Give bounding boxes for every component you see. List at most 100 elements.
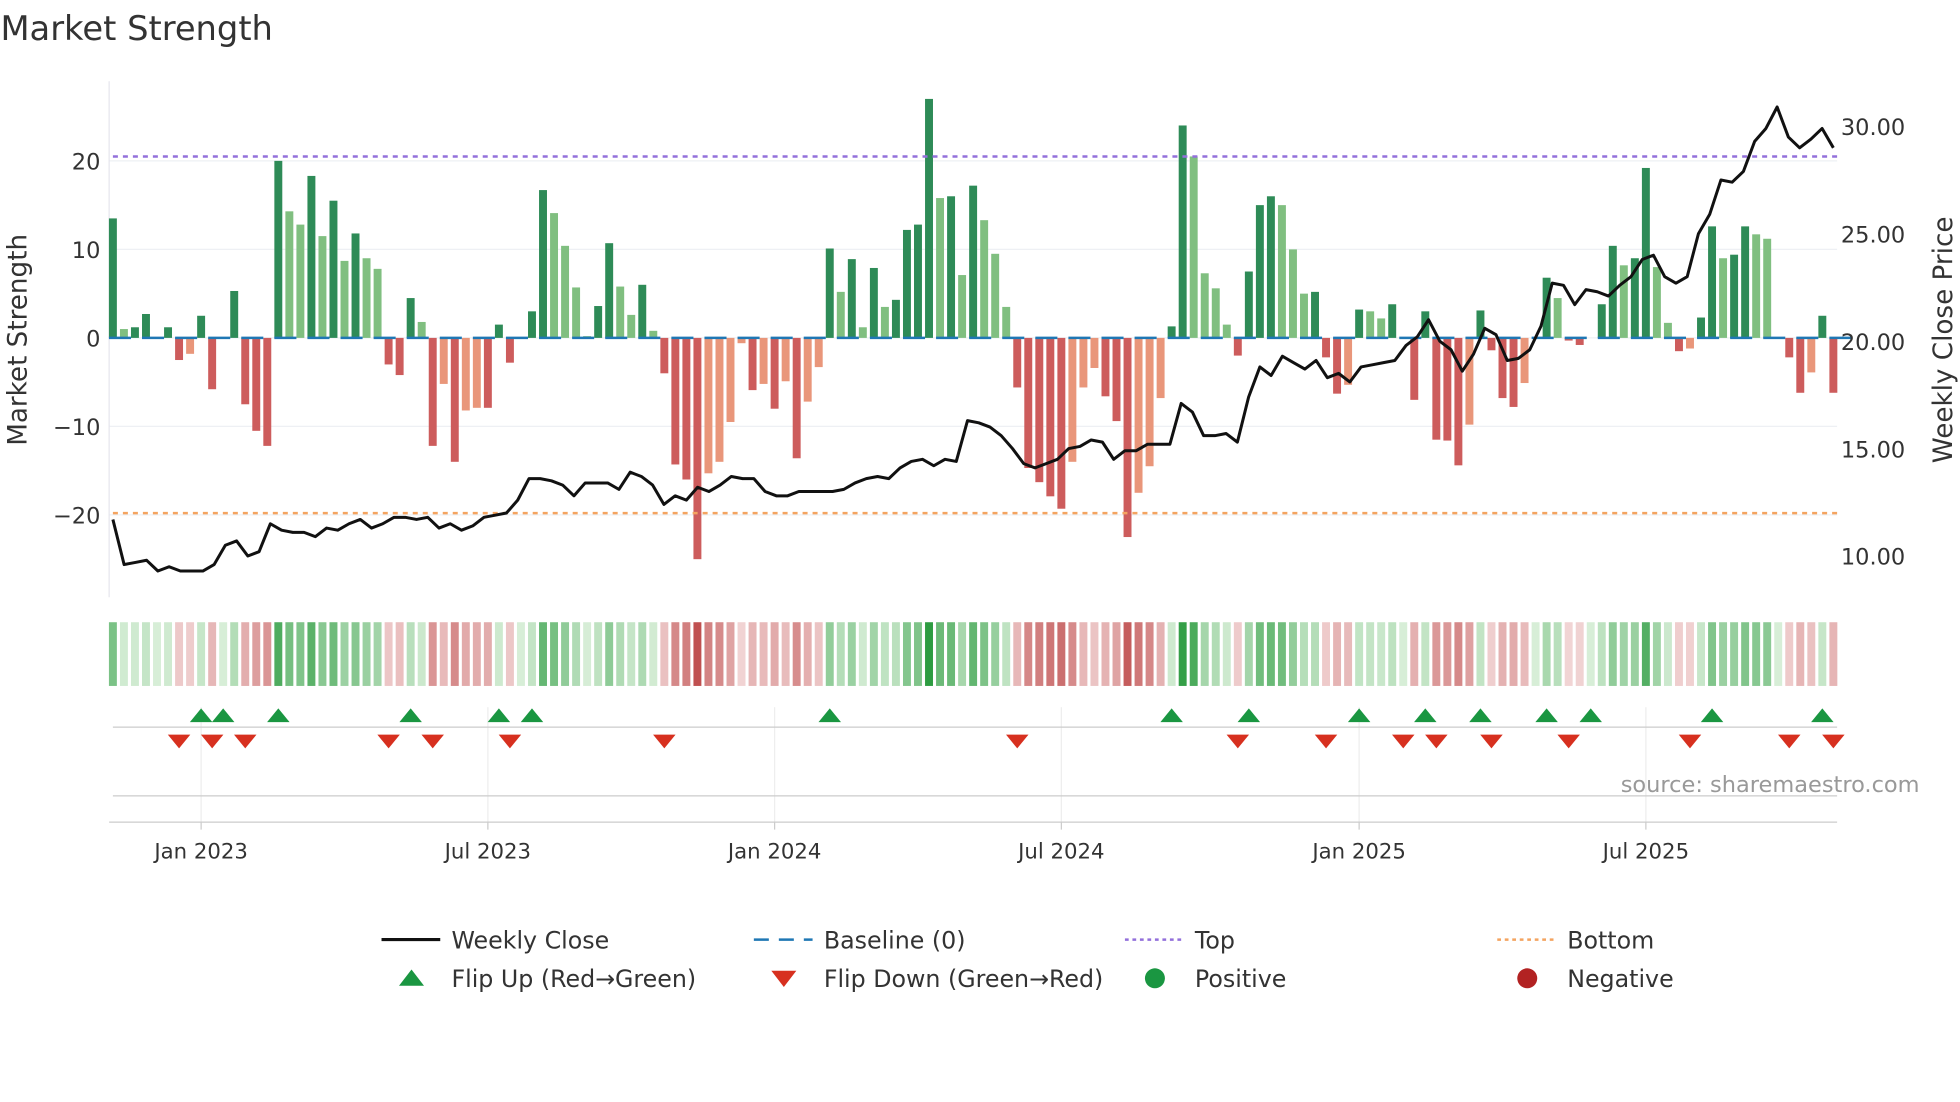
strip-cell [1211, 622, 1220, 686]
strength-bar [1288, 249, 1297, 338]
flip-down-marker [1392, 734, 1415, 749]
strip-cell [164, 622, 173, 686]
strip-cell [814, 622, 823, 686]
strength-bar [175, 337, 184, 361]
strength-bar [914, 224, 922, 338]
circle-icon [1144, 968, 1165, 989]
strip-cell [1344, 622, 1353, 686]
strip-cell [1763, 622, 1772, 686]
strip-cell [803, 622, 812, 686]
flip-down-marker [1425, 734, 1448, 749]
triangle-down-icon [771, 970, 797, 988]
strength-bar [307, 175, 316, 338]
strip-cell [406, 622, 415, 686]
strip-cell [1046, 622, 1055, 686]
strip-cell [1024, 622, 1033, 686]
strip-cell [958, 622, 967, 686]
strip-cell [671, 622, 680, 686]
legend-item: Bottom [1497, 926, 1654, 954]
strength-bar [1123, 337, 1132, 538]
strength-bar [792, 337, 801, 459]
strength-bar [417, 321, 426, 338]
y2-tick-label: 25.00 [1841, 222, 1905, 248]
legend-item: Baseline (0) [753, 926, 966, 954]
strength-bar [1090, 337, 1099, 368]
strip-cell [1266, 622, 1275, 686]
strength-bar [550, 213, 559, 338]
strip-cell [1255, 622, 1264, 686]
strip-cell [682, 622, 691, 686]
strip-cell [362, 622, 371, 686]
strength-bar [561, 245, 570, 338]
strength-bar [1487, 337, 1496, 351]
strip-cell [450, 622, 459, 686]
strip-cell [307, 622, 316, 686]
strength-bar [980, 220, 989, 338]
strip-cell [241, 622, 250, 686]
strip-cell [616, 622, 625, 686]
strength-bar [1697, 317, 1705, 338]
strength-bar [969, 185, 978, 338]
strength-bar [318, 236, 327, 338]
strength-bar [936, 198, 945, 338]
strip-cell [759, 622, 768, 686]
strip-cell [439, 622, 448, 686]
strength-bar [1233, 337, 1242, 356]
strip-cell [1564, 622, 1573, 686]
strip-cell [1421, 622, 1430, 686]
flip-up-marker [1347, 708, 1371, 723]
strip-cell [461, 622, 470, 686]
strength-bar [1145, 337, 1154, 467]
strip-cell [1410, 622, 1419, 686]
y2-tick-label: 20.00 [1841, 330, 1905, 356]
strip-cell [1608, 622, 1617, 686]
flip-up-marker [267, 708, 290, 723]
strip-cell [550, 622, 559, 686]
flip-up-marker [1469, 708, 1492, 723]
strength-bar [902, 229, 911, 338]
strip-cell [384, 622, 393, 686]
strip-cell [175, 622, 184, 686]
legend-label: Positive [1195, 965, 1286, 993]
strength-bar [461, 337, 470, 411]
strip-cell [1090, 622, 1099, 686]
strength-bar [1068, 337, 1077, 462]
strength-bar [483, 337, 492, 408]
strip-cell [594, 622, 603, 686]
strip-cell [1708, 622, 1717, 686]
strip-cell [1377, 622, 1386, 686]
strength-bar [671, 337, 680, 465]
strength-bar [428, 337, 437, 446]
strip-cell [1057, 622, 1066, 686]
strip-cell [1156, 622, 1165, 686]
strength-bar [395, 337, 404, 376]
strength-bar [1057, 337, 1066, 509]
strength-bar [1752, 234, 1761, 338]
strip-cell [428, 622, 437, 686]
flip-markers [167, 708, 1845, 749]
strength-bar [1410, 337, 1419, 400]
strip-cell [1432, 622, 1441, 686]
strength-bar [1818, 315, 1827, 338]
chart-title: Market Strength [0, 9, 272, 48]
y2-tick-label: 10.00 [1841, 545, 1905, 571]
strength-bar [1619, 265, 1628, 338]
strength-bar [1200, 273, 1209, 338]
strip-cell [340, 622, 349, 686]
strength-bar [539, 190, 547, 338]
strip-cell [1796, 622, 1805, 686]
strength-bar [836, 291, 845, 338]
strength-bar [891, 299, 900, 338]
legend-item: Positive [1144, 965, 1286, 993]
strip-cell [1663, 622, 1672, 686]
strength-bar [230, 290, 239, 338]
strength-bar [1244, 271, 1253, 338]
strip-cell [142, 622, 150, 686]
strength-bar [362, 258, 371, 338]
strip-cell [1730, 622, 1739, 686]
strip-cell [274, 622, 283, 686]
strength-bar [329, 200, 338, 338]
strip-cell [1167, 622, 1176, 686]
strip-cell [792, 622, 801, 686]
strength-bar [1222, 324, 1231, 338]
